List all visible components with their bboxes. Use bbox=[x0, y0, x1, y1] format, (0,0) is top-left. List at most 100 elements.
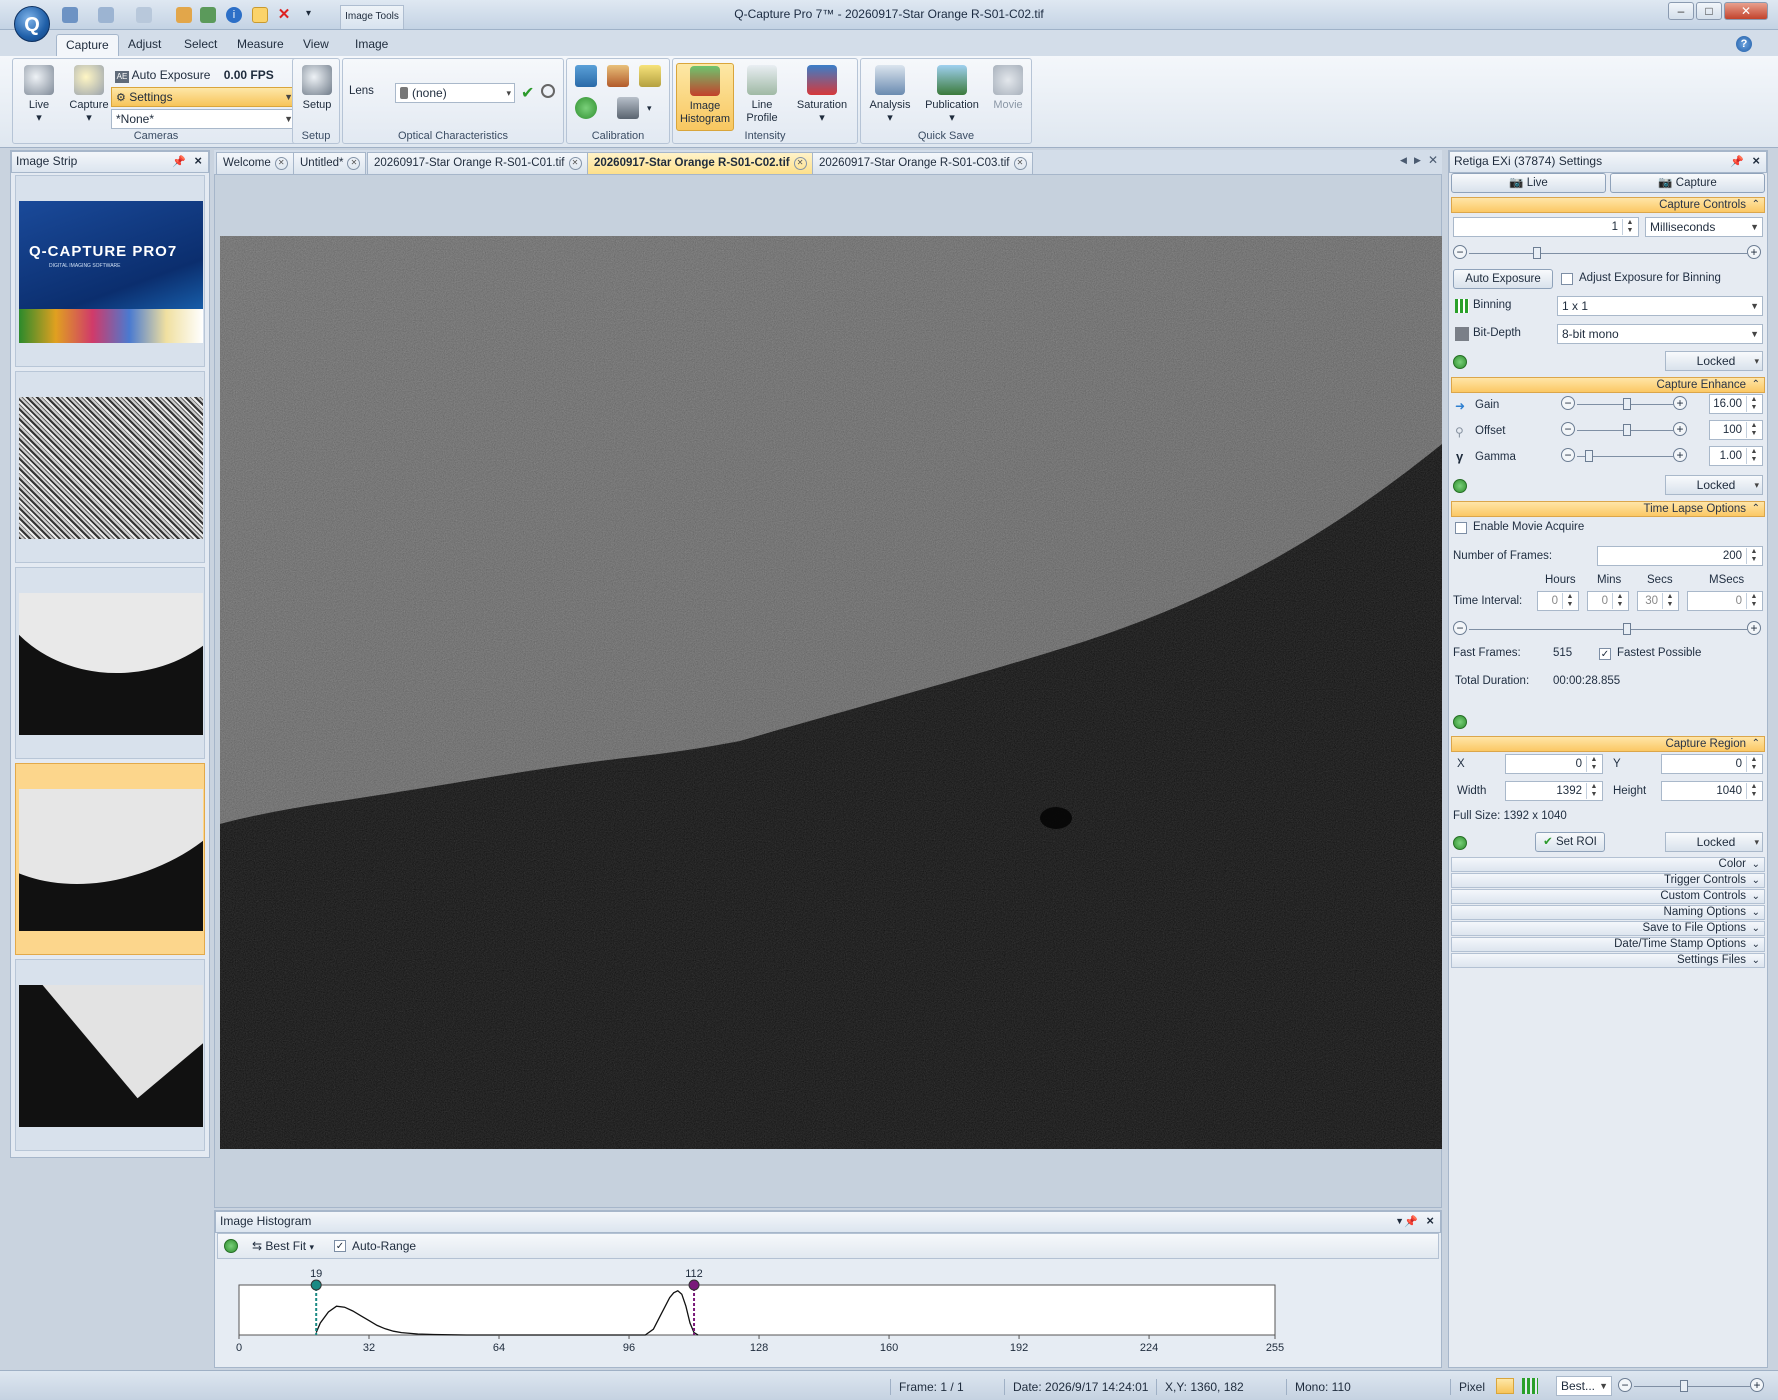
tab-view[interactable]: View bbox=[294, 34, 338, 56]
increase-icon[interactable]: + bbox=[1747, 621, 1761, 635]
lens-dropdown[interactable]: (none) ▾ bbox=[395, 83, 515, 103]
exposure-input[interactable]: 1 ▲ ▼ bbox=[1453, 217, 1639, 237]
pin-icon[interactable]: 📌 bbox=[1404, 1213, 1418, 1231]
zoom-dropdown[interactable]: Best... ▼ bbox=[1556, 1376, 1612, 1396]
spinner-icon[interactable]: ▲ ▼ bbox=[1586, 783, 1601, 799]
slider-thumb[interactable] bbox=[1623, 424, 1631, 436]
app-menu-button[interactable]: Q bbox=[14, 6, 50, 42]
spinner-icon[interactable]: ▲ ▼ bbox=[1746, 396, 1761, 412]
capture-controls-lock-dropdown[interactable]: Locked ▾ bbox=[1665, 351, 1763, 371]
increase-icon[interactable]: + bbox=[1673, 422, 1687, 436]
grid-view-icon[interactable] bbox=[1522, 1378, 1538, 1394]
mins-input[interactable]: 0 ▲ ▼ bbox=[1587, 591, 1629, 611]
close-document-icon[interactable]: ✕ bbox=[1428, 153, 1438, 167]
section-datetime-stamp[interactable]: Date/Time Stamp Options ⌄ bbox=[1451, 937, 1765, 952]
preset-dropdown[interactable]: *None* ▼ bbox=[111, 109, 297, 129]
gain-slider[interactable]: − + bbox=[1561, 396, 1689, 412]
section-custom-controls[interactable]: Custom Controls ⌄ bbox=[1451, 889, 1765, 904]
saturation-button[interactable]: Saturation ▾ bbox=[789, 63, 855, 131]
capture-enhance-header[interactable]: Capture Enhance ⌃ bbox=[1451, 377, 1765, 393]
increase-icon[interactable]: + bbox=[1747, 245, 1761, 259]
calibration-camera-icon[interactable] bbox=[617, 97, 639, 119]
delete-icon[interactable]: ✕ bbox=[276, 7, 292, 23]
slider-thumb[interactable] bbox=[1680, 1380, 1688, 1392]
histogram-marker-handle[interactable] bbox=[688, 1279, 700, 1291]
close-tab-icon[interactable]: ✕ bbox=[568, 157, 582, 170]
height-input[interactable]: 1040 ▲ ▼ bbox=[1661, 781, 1763, 801]
slider-thumb[interactable] bbox=[1533, 247, 1541, 259]
live-button[interactable]: Live ▾ bbox=[15, 63, 63, 131]
close-pane-icon[interactable]: × bbox=[1752, 152, 1760, 170]
settings-dropdown[interactable]: ⚙ Settings ▼ bbox=[111, 87, 297, 107]
close-pane-icon[interactable]: × bbox=[1426, 1212, 1434, 1230]
set-roi-button[interactable]: ✔ Set ROI bbox=[1535, 832, 1605, 852]
auto-range-checkbox[interactable]: ✓ bbox=[334, 1240, 346, 1252]
calibration-refresh-icon[interactable] bbox=[575, 97, 597, 119]
setup-button[interactable]: Setup bbox=[293, 63, 341, 131]
spinner-icon[interactable]: ▲ ▼ bbox=[1746, 593, 1761, 609]
doc-tab-welcome[interactable]: Welcome ✕ bbox=[216, 152, 294, 174]
spinner-icon[interactable]: ▲ ▼ bbox=[1746, 756, 1761, 772]
line-profile-button[interactable]: Line Profile bbox=[737, 63, 787, 131]
close-tab-icon[interactable]: ✕ bbox=[793, 157, 807, 170]
section-color[interactable]: Color ⌄ bbox=[1451, 857, 1765, 872]
zoom-out-icon[interactable]: − bbox=[1618, 1378, 1632, 1392]
doc-tab-untitled[interactable]: Untitled* ✕ bbox=[293, 152, 367, 174]
strip-thumb-1[interactable]: Q-CAPTURE PRO7 DIGITAL IMAGING SOFTWARE bbox=[15, 175, 205, 367]
spinner-icon[interactable]: ▲ ▼ bbox=[1746, 783, 1761, 799]
spinner-icon[interactable]: ▲ ▼ bbox=[1746, 548, 1761, 564]
spinner-icon[interactable]: ▲ ▼ bbox=[1622, 219, 1637, 235]
refresh-icon[interactable] bbox=[1453, 355, 1467, 369]
scroll-tabs-right-icon[interactable]: ▶ bbox=[1414, 155, 1421, 166]
enable-movie-checkbox[interactable] bbox=[1455, 522, 1467, 534]
fastest-possible-checkbox[interactable]: ✓ bbox=[1599, 648, 1611, 660]
width-input[interactable]: 1392 ▲ ▼ bbox=[1505, 781, 1603, 801]
tab-select[interactable]: Select bbox=[175, 34, 226, 56]
auto-exposure-button[interactable]: Auto Exposure bbox=[1453, 269, 1553, 289]
capture-region-lock-dropdown[interactable]: Locked ▾ bbox=[1665, 832, 1763, 852]
best-fit-dropdown[interactable]: ⇆ Best Fit ▾ bbox=[252, 1239, 314, 1253]
spinner-icon[interactable]: ▲ ▼ bbox=[1562, 593, 1577, 609]
calibration-icon-3[interactable] bbox=[639, 65, 661, 87]
y-input[interactable]: 0 ▲ ▼ bbox=[1661, 754, 1763, 774]
minimize-button[interactable]: – bbox=[1668, 2, 1694, 20]
spinner-icon[interactable]: ▲ ▼ bbox=[1612, 593, 1627, 609]
open-icon[interactable] bbox=[176, 7, 192, 23]
lens-settings-icon[interactable] bbox=[541, 84, 555, 98]
gamma-input[interactable]: 1.00 ▲ ▼ bbox=[1709, 446, 1763, 466]
histogram-menu-icon[interactable]: ▼ bbox=[1395, 1212, 1404, 1230]
strip-thumb-2[interactable] bbox=[15, 371, 205, 563]
secs-input[interactable]: 30 ▲ ▼ bbox=[1637, 591, 1679, 611]
msecs-input[interactable]: 0 ▲ ▼ bbox=[1687, 591, 1763, 611]
offset-input[interactable]: 100 ▲ ▼ bbox=[1709, 420, 1763, 440]
publication-button[interactable]: Publication ▾ bbox=[919, 63, 985, 131]
calibration-icon-2[interactable] bbox=[607, 65, 629, 87]
zoom-in-icon[interactable]: + bbox=[1750, 1378, 1764, 1392]
calibration-icon-1[interactable] bbox=[575, 65, 597, 87]
strip-thumb-3[interactable] bbox=[15, 567, 205, 759]
capture-controls-header[interactable]: Capture Controls ⌃ bbox=[1451, 197, 1765, 213]
refresh-icon[interactable] bbox=[224, 1239, 238, 1253]
bit-depth-dropdown[interactable]: 8-bit mono ▼ bbox=[1557, 324, 1763, 344]
interval-slider[interactable]: − + bbox=[1453, 621, 1763, 637]
image-view-icon[interactable] bbox=[1496, 1378, 1514, 1394]
spinner-icon[interactable]: ▲ ▼ bbox=[1746, 422, 1761, 438]
doc-tab-c02-active[interactable]: 20260917-Star Orange R-S01-C02.tif ✕ bbox=[587, 152, 813, 174]
print-icon[interactable] bbox=[200, 7, 216, 23]
decrease-icon[interactable]: − bbox=[1561, 422, 1575, 436]
increase-icon[interactable]: + bbox=[1673, 448, 1687, 462]
zoom-slider[interactable]: − + bbox=[1618, 1378, 1768, 1394]
decrease-icon[interactable]: − bbox=[1453, 245, 1467, 259]
x-input[interactable]: 0 ▲ ▼ bbox=[1505, 754, 1603, 774]
decrease-icon[interactable]: − bbox=[1561, 448, 1575, 462]
increase-icon[interactable]: + bbox=[1673, 396, 1687, 410]
gain-input[interactable]: 16.00 ▲ ▼ bbox=[1709, 394, 1763, 414]
pin-icon[interactable]: 📌 bbox=[1730, 153, 1744, 171]
capture-button[interactable]: Capture ▾ bbox=[65, 63, 113, 131]
strip-thumb-4-selected[interactable] bbox=[15, 763, 205, 955]
spinner-icon[interactable]: ▲ ▼ bbox=[1746, 448, 1761, 464]
spinner-icon[interactable]: ▲ ▼ bbox=[1662, 593, 1677, 609]
hours-input[interactable]: 0 ▲ ▼ bbox=[1537, 591, 1579, 611]
offset-slider[interactable]: − + bbox=[1561, 422, 1689, 438]
tab-capture[interactable]: Capture bbox=[56, 34, 119, 56]
